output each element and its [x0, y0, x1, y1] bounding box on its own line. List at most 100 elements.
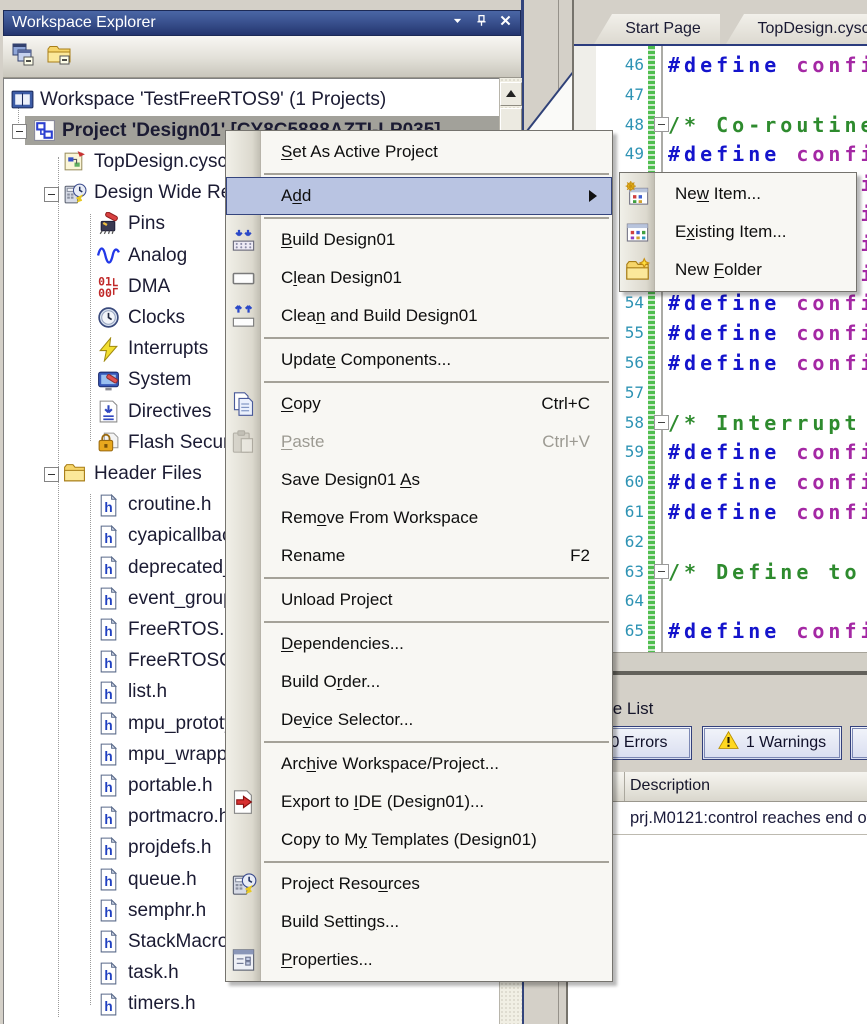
- menu-item-copy[interactable]: Copy Ctrl+C: [226, 385, 612, 423]
- fold-collapse-box[interactable]: [654, 414, 669, 430]
- menu-item-label: Set As Active Project: [281, 142, 438, 161]
- menu-item-label: Device Selector...: [281, 710, 414, 729]
- menu-item-copy-to-my-templates-design01[interactable]: Copy to My Templates (Design01): [226, 821, 612, 859]
- tab-topdesign-cysch[interactable]: TopDesign.cysch: [726, 14, 867, 44]
- h-file-icon: h: [96, 836, 121, 861]
- menu-item-unload-project[interactable]: Unload Project: [226, 581, 612, 619]
- tab-start-page[interactable]: Start Page: [594, 14, 720, 44]
- tree-item-timers-h[interactable]: h timers.h: [4, 989, 499, 1020]
- chevron-down-button[interactable]: [448, 15, 466, 31]
- tree-item-label: FreeRTOS.h: [128, 618, 236, 640]
- tree-item-label: Pins: [128, 213, 165, 235]
- h-file-icon: h: [96, 649, 121, 674]
- editor-tabstrip: Start Page TopDesign.cysch: [574, 12, 867, 44]
- menu-item-remove-from-workspace[interactable]: Remove From Workspace: [226, 499, 612, 537]
- code-area[interactable]: 46 #define configUSE 47 48/* Co-routine def…: [574, 46, 867, 652]
- pin-button[interactable]: [472, 14, 490, 31]
- menu-item-label: Clean and Build Design01: [281, 306, 478, 325]
- h-file-icon: h: [96, 617, 121, 642]
- svg-text:h: h: [104, 999, 112, 1014]
- close-icon: [499, 14, 512, 32]
- source-text: #define configUSE: [668, 321, 867, 346]
- menu-item-set-as-active-project[interactable]: Set As Active Project: [226, 133, 612, 171]
- workspace-explorer-titlebar[interactable]: Workspace Explorer: [3, 10, 521, 36]
- notice-filter-label: 0 Errors: [610, 734, 668, 751]
- source-text: /* Co-routine definitions. */: [668, 112, 867, 137]
- menu-item-add[interactable]: Add: [226, 177, 612, 215]
- menu-shortcut: F2: [570, 546, 590, 565]
- menu-item-build-settings[interactable]: Build Settings...: [226, 903, 612, 941]
- tree-item-label: list.h: [128, 681, 168, 703]
- code-line-54: 54#define configUSE: [574, 288, 867, 318]
- code-line-49: 49#define configUSE: [574, 139, 867, 169]
- menu-item-build-order[interactable]: Build Order...: [226, 663, 612, 701]
- close-button[interactable]: [496, 15, 514, 31]
- source-text: #define configUSE: [668, 500, 867, 524]
- fold-collapse-box[interactable]: [654, 116, 669, 132]
- tree-item-label: projdefs.h: [128, 837, 212, 859]
- menu-item-paste[interactable]: Paste Ctrl+V: [226, 423, 612, 461]
- notice-filter-0-notes[interactable]: 0 Notes: [850, 726, 867, 760]
- tree-item-label: semphr.h: [128, 899, 207, 921]
- analog-icon: [96, 243, 121, 268]
- svg-text:h: h: [104, 967, 112, 982]
- menu-item-build-design01[interactable]: Build Design01: [226, 221, 612, 259]
- menu-item-save-design01-as[interactable]: Save Design01 As: [226, 461, 612, 499]
- resources-icon: [230, 871, 257, 898]
- topdesign-icon: [62, 149, 87, 174]
- h-file-icon: h: [96, 711, 121, 736]
- menu-item-rename[interactable]: Rename F2: [226, 537, 612, 575]
- submenu-item-new-folder[interactable]: New Folder: [620, 251, 856, 289]
- menu-item-label: Save Design01 As: [281, 470, 420, 489]
- submenu-item-new-item[interactable]: New Item...: [620, 175, 856, 213]
- panel-title: Workspace Explorer: [12, 14, 156, 31]
- menu-item-clean-and-build-design01[interactable]: Clean and Build Design01: [226, 297, 612, 335]
- menu-item-archive-workspace-project[interactable]: Archive Workspace/Project...: [226, 745, 612, 783]
- editor-hscroll-area[interactable]: [574, 652, 867, 672]
- tree-item-label: Analog: [128, 244, 188, 266]
- menu-item-clean-design01[interactable]: Clean Design01: [226, 259, 612, 297]
- tree-item-label: TopDesign.cysch: [94, 150, 238, 172]
- menu-item-project-resources[interactable]: Project Resources: [226, 865, 612, 903]
- notice-filter-1-warnings[interactable]: 1 Warnings: [702, 726, 842, 760]
- code-line-48: 48/* Co-routine definitions. */: [574, 110, 867, 140]
- menu-item-dependencies[interactable]: Dependencies...: [226, 625, 612, 663]
- submenu-item-existing-item[interactable]: Existing Item...: [620, 213, 856, 251]
- h-file-icon: h: [96, 805, 121, 830]
- h-file-icon: h: [96, 493, 121, 518]
- tree-item-label: Interrupts: [128, 338, 209, 360]
- description-column-header[interactable]: Description: [630, 777, 710, 795]
- fold-collapse-box[interactable]: [654, 563, 669, 579]
- code-line-65: 65#define configUSE: [574, 616, 867, 646]
- scroll-up-button[interactable]: [500, 82, 522, 106]
- svg-text:h: h: [104, 655, 112, 670]
- collapse-folders-button[interactable]: [44, 42, 74, 72]
- menu-item-label: Clean Design01: [281, 268, 402, 287]
- collapse-expander[interactable]: [44, 467, 59, 483]
- menu-separator: [264, 173, 609, 175]
- tree-item-workspace-testfreertos9-1-proj[interactable]: Workspace 'TestFreeRTOS9' (1 Projects): [4, 84, 499, 115]
- project-context-menu: Set As Active Project Add Build Design01 Cl…: [225, 130, 613, 982]
- menu-separator: [264, 217, 609, 219]
- collapse-expander[interactable]: [44, 186, 59, 202]
- source-text: #define configUSE: [668, 142, 867, 167]
- menu-item-label: New Folder: [675, 260, 762, 279]
- clocks-icon: [96, 305, 121, 330]
- svg-text:h: h: [104, 499, 112, 514]
- svg-text:h: h: [104, 874, 112, 889]
- menu-item-update-components[interactable]: Update Components...: [226, 341, 612, 379]
- menu-item-label: Copy: [281, 394, 321, 413]
- menu-item-device-selector[interactable]: Device Selector...: [226, 701, 612, 739]
- source-text: #define configUSE: [668, 351, 867, 375]
- source-text: #define configUSE: [668, 619, 867, 644]
- collapse-windows-button[interactable]: [8, 42, 38, 72]
- menu-item-export-to-ide-design01[interactable]: Export to IDE (Design01)...: [226, 783, 612, 821]
- menu-separator: [264, 577, 609, 579]
- menu-item-label: Unload Project: [281, 590, 393, 609]
- menu-item-label: Dependencies...: [281, 634, 404, 653]
- code-line-61: 61#define configUSE: [574, 497, 867, 527]
- menu-item-properties[interactable]: Properties...: [226, 941, 612, 979]
- clean-build-icon: [230, 303, 257, 330]
- collapse-expander[interactable]: [12, 124, 27, 140]
- submenu-arrow-icon: [589, 190, 603, 202]
